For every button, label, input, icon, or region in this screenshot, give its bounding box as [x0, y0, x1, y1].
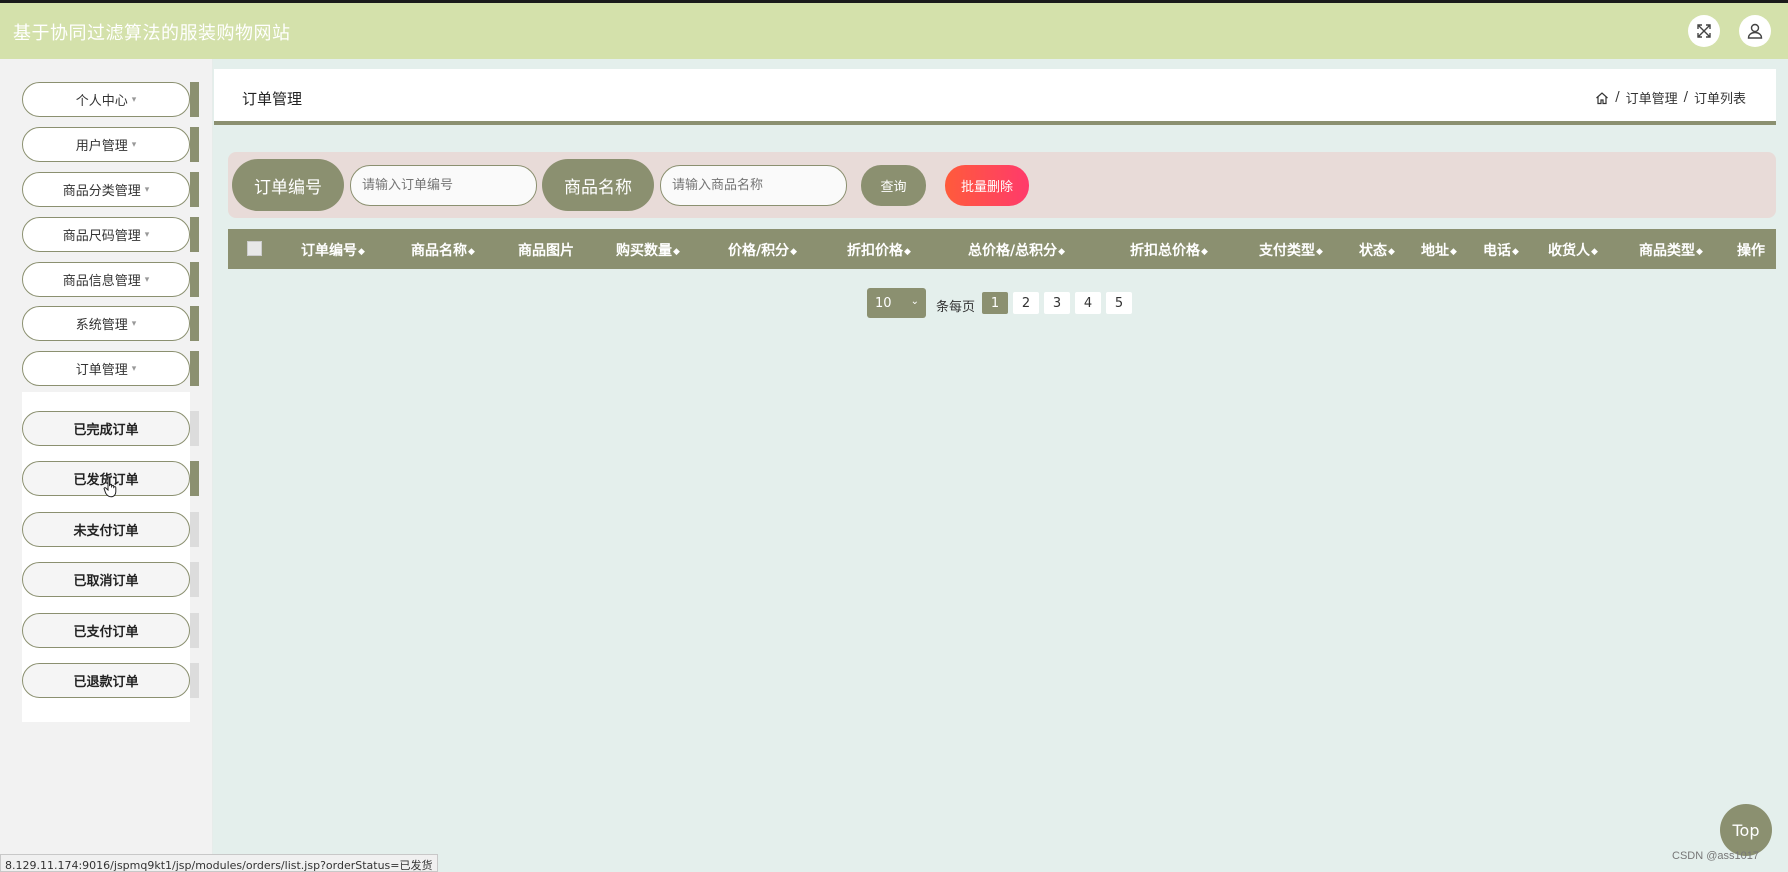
sort-icon[interactable]: ◆: [1201, 247, 1208, 257]
submenu-item-label: 未支付订单: [22, 512, 190, 547]
caret-down-icon: ▾: [131, 318, 137, 329]
watermark: CSDN @ass1017: [1672, 850, 1759, 862]
sort-icon[interactable]: ◆: [1316, 247, 1323, 257]
submenu-item-label: 已完成订单: [22, 411, 190, 446]
chevron-down-icon: ⌄: [910, 296, 919, 307]
column-header-status[interactable]: 状态◆: [1359, 240, 1395, 260]
column-header-recipient[interactable]: 收货人◆: [1548, 240, 1598, 260]
sidebar-item-product-management[interactable]: 商品信息管理 ▾: [22, 262, 200, 297]
caret-down-icon: ▾: [144, 274, 150, 285]
column-header-quantity[interactable]: 购买数量◆: [616, 240, 680, 260]
sort-icon[interactable]: ◆: [468, 247, 475, 257]
app-title: 基于协同过滤算法的服装购物网站: [13, 23, 291, 44]
user-button[interactable]: [1739, 15, 1771, 47]
submenu-item-refunded-orders[interactable]: 已退款订单: [22, 663, 200, 698]
column-header-address[interactable]: 地址◆: [1421, 240, 1457, 260]
breadcrumb-separator: /: [1615, 90, 1620, 105]
page-button-4[interactable]: 4: [1075, 292, 1101, 314]
query-button[interactable]: 查询: [861, 165, 926, 206]
hand-cursor-icon: [103, 476, 117, 498]
sort-icon[interactable]: ◆: [1512, 247, 1519, 257]
sidebar-item-system-management[interactable]: 系统管理 ▾: [22, 306, 200, 341]
order-number-input[interactable]: [350, 165, 537, 206]
breadcrumb-item-order-list: 订单列表: [1693, 92, 1746, 107]
submenu-item-cancelled-orders[interactable]: 已取消订单: [22, 562, 200, 597]
sort-icon[interactable]: ◆: [1450, 247, 1457, 257]
sidebar-item-label: 商品分类管理: [62, 184, 141, 199]
column-header-order-number[interactable]: 订单编号◆: [301, 240, 365, 260]
column-header-payment-type[interactable]: 支付类型◆: [1259, 240, 1323, 260]
home-icon[interactable]: [1595, 91, 1609, 105]
sidebar-item-size-management[interactable]: 商品尺码管理 ▾: [22, 217, 200, 252]
column-header-product-image: 商品图片: [518, 243, 574, 259]
sort-icon[interactable]: ◆: [673, 247, 680, 257]
page-button-5[interactable]: 5: [1106, 292, 1132, 314]
caret-down-icon: ▾: [131, 139, 137, 150]
batch-delete-button[interactable]: 批量删除: [945, 165, 1029, 206]
sort-icon[interactable]: ◆: [790, 247, 797, 257]
fullscreen-icon: [1697, 24, 1711, 38]
sidebar-item-label: 订单管理: [75, 363, 128, 378]
sidebar-item-order-management[interactable]: 订单管理 ▾: [22, 351, 200, 386]
back-to-top-button[interactable]: Top: [1720, 804, 1772, 856]
select-all-checkbox[interactable]: [247, 241, 262, 256]
column-header-phone[interactable]: 电话◆: [1483, 240, 1519, 260]
sidebar-item-label: 系统管理: [75, 318, 128, 333]
content-header: 订单管理 / 订单管理 / 订单列表: [214, 69, 1776, 125]
sidebar-item-label: 商品信息管理: [62, 274, 141, 289]
order-number-label: 订单编号: [232, 159, 344, 211]
sidebar-item-label: 商品尺码管理: [62, 229, 141, 244]
column-header-actions: 操作: [1737, 243, 1765, 259]
sidebar-item-label: 个人中心: [75, 94, 128, 109]
table-header: 订单编号◆ 商品名称◆ 商品图片 购买数量◆ 价格/积分◆ 折扣价格◆ 总价格/…: [228, 229, 1776, 269]
product-name-label: 商品名称: [542, 159, 654, 211]
caret-down-icon: ▾: [131, 94, 137, 105]
sidebar-item-category-management[interactable]: 商品分类管理 ▾: [22, 172, 200, 207]
submenu-item-label: 已退款订单: [22, 663, 190, 698]
column-header-product-type[interactable]: 商品类型◆: [1639, 240, 1703, 260]
column-header-discount-total[interactable]: 折扣总价格◆: [1130, 240, 1208, 260]
page-button-1[interactable]: 1: [982, 292, 1008, 314]
caret-down-icon: ▾: [144, 184, 150, 195]
breadcrumb-item-order-management[interactable]: 订单管理: [1626, 88, 1678, 107]
search-panel: 订单编号 商品名称 查询 批量删除: [228, 152, 1776, 218]
submenu-item-unpaid-orders[interactable]: 未支付订单: [22, 512, 200, 547]
page-button-3[interactable]: 3: [1044, 292, 1070, 314]
column-header-total-price-points[interactable]: 总价格/总积分◆: [968, 240, 1065, 260]
sort-icon[interactable]: ◆: [1696, 247, 1703, 257]
sort-icon[interactable]: ◆: [1058, 247, 1065, 257]
page-title: 订单管理: [242, 90, 303, 108]
product-name-input[interactable]: [660, 165, 847, 206]
sort-icon[interactable]: ◆: [358, 247, 365, 257]
status-bar-url: 8.129.11.174:9016/jspmq9kt1/jsp/modules/…: [0, 854, 438, 872]
submenu-item-completed-orders[interactable]: 已完成订单: [22, 411, 200, 446]
page-button-2[interactable]: 2: [1013, 292, 1039, 314]
page-size-select[interactable]: 10 ⌄: [867, 288, 926, 318]
column-header-product-name[interactable]: 商品名称◆: [411, 240, 475, 260]
breadcrumb: / 订单管理 / 订单列表: [1595, 88, 1746, 107]
sort-icon[interactable]: ◆: [1591, 247, 1598, 257]
user-icon: [1747, 23, 1763, 39]
submenu-item-label: 已支付订单: [22, 613, 190, 648]
column-header-discount-price[interactable]: 折扣价格◆: [847, 240, 911, 260]
caret-down-icon: ▾: [131, 363, 137, 374]
top-bar: 基于协同过滤算法的服装购物网站: [0, 0, 1788, 59]
column-header-price-points[interactable]: 价格/积分◆: [728, 240, 797, 260]
sidebar-item-label: 用户管理: [75, 139, 128, 154]
caret-down-icon: ▾: [144, 229, 150, 240]
page-size-value: 10: [875, 295, 892, 311]
breadcrumb-separator: /: [1683, 90, 1688, 105]
submenu-item-paid-orders[interactable]: 已支付订单: [22, 613, 200, 648]
sort-icon[interactable]: ◆: [1388, 247, 1395, 257]
fullscreen-button[interactable]: [1688, 15, 1720, 47]
submenu-item-label: 已取消订单: [22, 562, 190, 597]
sidebar-item-user-management[interactable]: 用户管理 ▾: [22, 127, 200, 162]
sidebar-item-personal-center[interactable]: 个人中心 ▾: [22, 82, 200, 117]
per-page-label: 条每页: [936, 300, 976, 315]
sort-icon[interactable]: ◆: [904, 247, 911, 257]
